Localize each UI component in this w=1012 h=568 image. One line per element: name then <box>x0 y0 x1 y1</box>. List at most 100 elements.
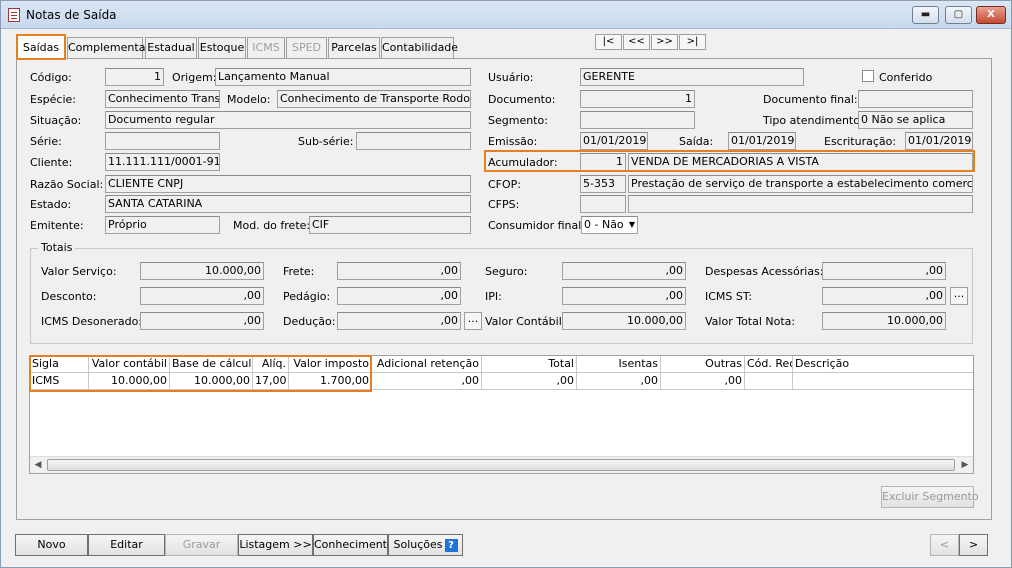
conferido-checkbox[interactable] <box>862 70 874 82</box>
grid-header-aliquota[interactable]: Alíq. <box>253 356 289 373</box>
consumidor-final-select[interactable]: 0 - Não ▼ <box>581 216 638 234</box>
valor-contabil-field[interactable]: 10.000,00 <box>562 312 686 330</box>
close-button[interactable]: X <box>976 6 1006 24</box>
icms-st-details-button[interactable]: ... <box>950 287 968 305</box>
emissao-label: Emissão: <box>488 135 538 148</box>
maximize-button[interactable]: ▢ <box>945 6 972 24</box>
cfop-label: CFOP: <box>488 178 522 191</box>
grid-header-total[interactable]: Total <box>482 356 577 373</box>
novo-button[interactable]: Novo <box>15 534 88 556</box>
grid-cell-valor-contabil[interactable]: 10.000,00 <box>89 373 170 390</box>
conferido-label: Conferido <box>879 71 933 84</box>
tipo-atendimento-field[interactable]: 0 Não se aplica <box>858 111 973 129</box>
grid-header-base-calculo[interactable]: Base de cálculo <box>170 356 253 373</box>
grid-header-descricao[interactable]: Descrição <box>793 356 973 373</box>
solucoes-button[interactable]: Soluções? <box>388 534 463 556</box>
escrituracao-field[interactable]: 01/01/2019 <box>905 132 973 150</box>
gravar-button[interactable]: Gravar <box>165 534 238 556</box>
serie-field[interactable] <box>105 132 220 150</box>
grid-header-outras[interactable]: Outras <box>661 356 745 373</box>
icms-st-field[interactable]: ,00 <box>822 287 946 305</box>
icms-st-label: ICMS ST: <box>705 290 753 303</box>
grid-cell-valor-imposto[interactable]: 1.700,00 <box>289 373 372 390</box>
main-window: Notas de Saída ▬ ▢ X Saídas Complementar… <box>0 0 1012 568</box>
scroll-thumb[interactable] <box>47 459 955 471</box>
emissao-field[interactable]: 01/01/2019 <box>580 132 648 150</box>
grid-cell-adicional-retencao[interactable]: ,00 <box>372 373 482 390</box>
deducao-details-button[interactable]: ... <box>464 312 482 330</box>
grid-cell-aliquota[interactable]: 17,00 <box>253 373 289 390</box>
nav-prev-button[interactable]: << <box>623 34 650 50</box>
nav-next-button[interactable]: >> <box>651 34 678 50</box>
horizontal-scrollbar[interactable]: ◀ ▶ <box>30 456 973 473</box>
cfps-code-field[interactable] <box>580 195 626 213</box>
subserie-field[interactable] <box>356 132 471 150</box>
tab-parcelas[interactable]: Parcelas <box>328 37 380 58</box>
window-title: Notas de Saída <box>26 8 117 22</box>
title-bar: Notas de Saída ▬ ▢ X <box>1 1 1011 29</box>
grid-cell-sigla[interactable]: ICMS <box>30 373 89 390</box>
minimize-button[interactable]: ▬ <box>912 6 939 24</box>
grid-header-sigla[interactable]: Sigla <box>30 356 89 373</box>
segmento-label: Segmento: <box>488 114 548 127</box>
emitente-field[interactable]: Próprio <box>105 216 220 234</box>
acumulador-desc-field: VENDA DE MERCADORIAS A VISTA <box>628 153 973 171</box>
cfop-code-field[interactable]: 5-353 <box>580 175 626 193</box>
icms-desonerado-field[interactable]: ,00 <box>140 312 264 330</box>
tab-complementar[interactable]: Complementar <box>67 37 150 58</box>
cliente-field[interactable]: 11.111.111/0001-91 <box>105 153 220 171</box>
codigo-field[interactable]: 1 <box>105 68 164 86</box>
especie-field[interactable]: Conhecimento Transp. R <box>105 90 220 108</box>
saida-field[interactable]: 01/01/2019 <box>728 132 796 150</box>
frete-mod-label: Mod. do frete: <box>233 219 311 232</box>
editar-button[interactable]: Editar <box>88 534 165 556</box>
grid-header-valor-contabil[interactable]: Valor contábil <box>89 356 170 373</box>
grid-header-cod-rec[interactable]: Cód. Rec <box>745 356 793 373</box>
grid-cell-isentas[interactable]: ,00 <box>577 373 661 390</box>
cliente-label: Cliente: <box>30 156 73 169</box>
segmento-field[interactable] <box>580 111 695 129</box>
frete-mod-field[interactable]: CIF <box>309 216 471 234</box>
next-record-button[interactable]: > <box>959 534 988 556</box>
documento-final-field[interactable] <box>858 90 973 108</box>
grid-cell-base-calculo[interactable]: 10.000,00 <box>170 373 253 390</box>
seguro-field[interactable]: ,00 <box>562 262 686 280</box>
valor-servico-field[interactable]: 10.000,00 <box>140 262 264 280</box>
grid-header-valor-imposto[interactable]: Valor imposto <box>289 356 372 373</box>
nav-first-button[interactable]: |< <box>595 34 622 50</box>
prev-record-button[interactable]: < <box>930 534 959 556</box>
grid-header-isentas[interactable]: Isentas <box>577 356 661 373</box>
tab-estadual[interactable]: Estadual <box>145 37 197 58</box>
conhecimento-button[interactable]: Conhecimento <box>313 534 394 556</box>
despesas-label: Despesas Acessórias: <box>705 265 824 278</box>
valor-total-field: 10.000,00 <box>822 312 946 330</box>
situacao-field[interactable]: Documento regular <box>105 111 471 129</box>
estado-field: SANTA CATARINA <box>105 195 471 213</box>
acumulador-code-field[interactable]: 1 <box>580 153 626 171</box>
tab-contabilidade[interactable]: Contabilidade <box>381 37 458 58</box>
deducao-field[interactable]: ,00 <box>337 312 461 330</box>
pedagio-field[interactable]: ,00 <box>337 287 461 305</box>
nav-last-button[interactable]: >| <box>679 34 706 50</box>
valor-total-label: Valor Total Nota: <box>705 315 796 328</box>
documento-field[interactable]: 1 <box>580 90 695 108</box>
grid-cell-outras[interactable]: ,00 <box>661 373 745 390</box>
despesas-field[interactable]: ,00 <box>822 262 946 280</box>
razao-social-field: CLIENTE CNPJ <box>105 175 471 193</box>
grid-cell-descricao[interactable] <box>793 373 973 390</box>
scroll-right-icon[interactable]: ▶ <box>958 459 972 471</box>
saida-label: Saída: <box>679 135 714 148</box>
cfps-label: CFPS: <box>488 198 520 211</box>
scroll-left-icon[interactable]: ◀ <box>31 459 45 471</box>
excluir-segmento-button[interactable]: Excluir Segmento <box>881 486 979 508</box>
tab-estoque[interactable]: Estoque <box>198 37 246 58</box>
grid-cell-total[interactable]: ,00 <box>482 373 577 390</box>
grid-cell-cod-rec[interactable] <box>745 373 793 390</box>
listagem-button[interactable]: Listagem >> <box>238 534 313 556</box>
grid-header-adicional-retencao[interactable]: Adicional retenção <box>372 356 482 373</box>
desconto-field[interactable]: ,00 <box>140 287 264 305</box>
tab-saidas[interactable]: Saídas <box>16 34 66 60</box>
frete-field[interactable]: ,00 <box>337 262 461 280</box>
documento-final-label: Documento final: <box>763 93 858 106</box>
ipi-field[interactable]: ,00 <box>562 287 686 305</box>
